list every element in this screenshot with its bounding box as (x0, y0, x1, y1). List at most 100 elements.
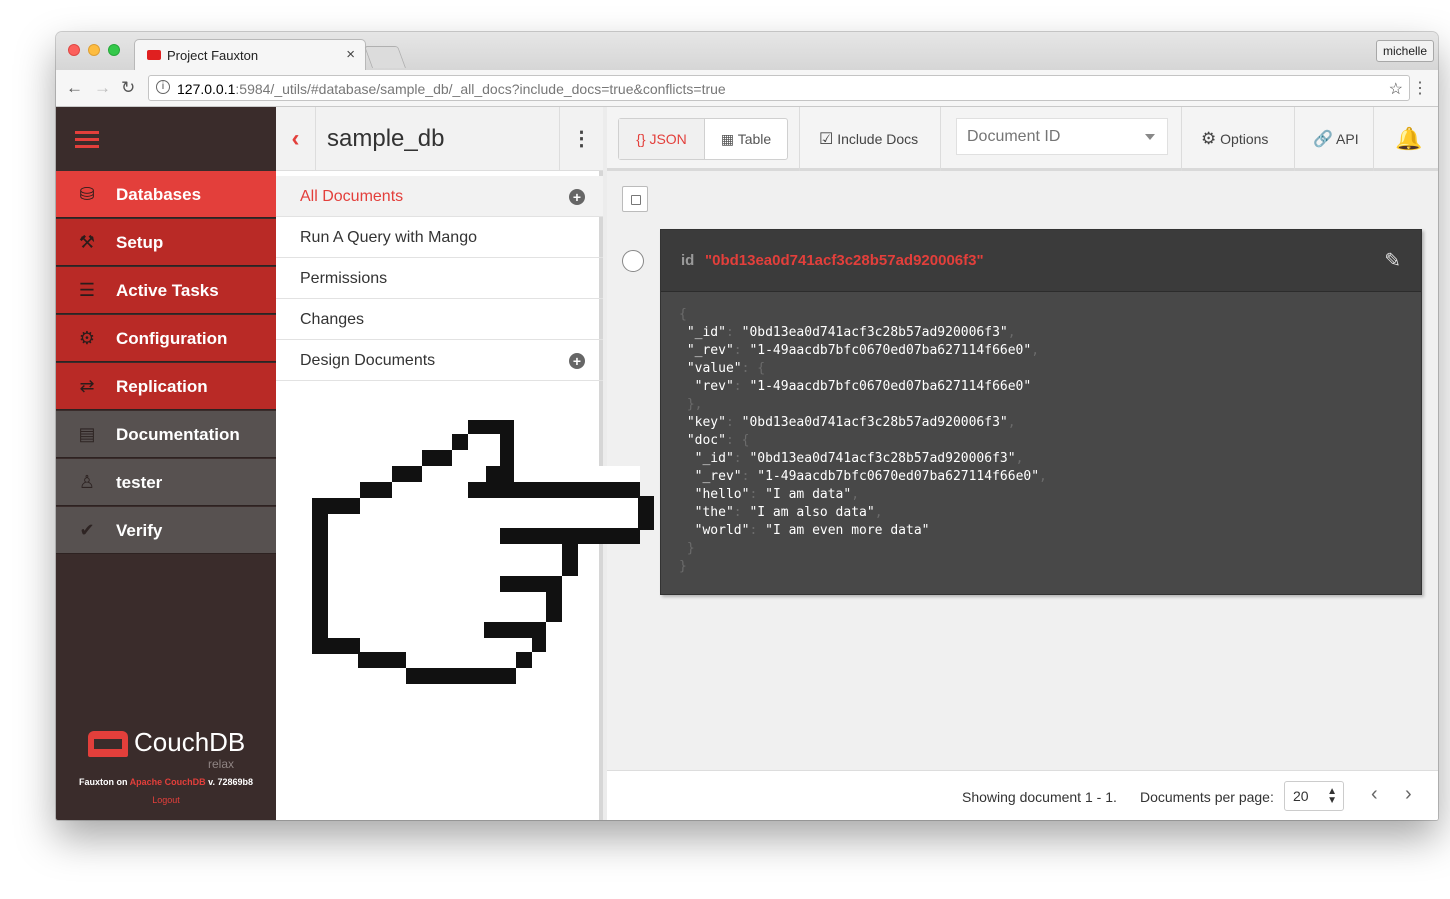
documents-view: {} JSON ▦ Table ☑ Include Docs ⚙ Options (607, 107, 1438, 820)
new-tab-button[interactable] (363, 46, 407, 68)
add-document-icon[interactable]: + (569, 189, 585, 205)
db-menu-changes[interactable]: Changes (276, 299, 603, 340)
couch-icon (88, 731, 128, 757)
sidebar-item-verify[interactable]: ✔ Verify (56, 507, 276, 554)
sidebar-item-setup[interactable]: ⚒ Setup (56, 219, 276, 266)
table-label: Table (737, 131, 772, 147)
previous-page-icon[interactable]: ‹ (1371, 783, 1378, 806)
document-id-input[interactable] (957, 119, 1137, 154)
api-label: API (1336, 131, 1359, 147)
per-page-label: Documents per page: (1140, 789, 1274, 805)
chevron-down-icon[interactable] (1145, 134, 1155, 140)
sidebar-item-label: Documentation (116, 425, 240, 444)
bell-icon[interactable]: 🔔 (1395, 107, 1422, 171)
star-icon[interactable]: ☆ (1389, 79, 1403, 99)
json-line: "_id": "0bd13ea0d741acf3c28b57ad920006f3… (679, 451, 1024, 466)
json-line: "doc": { (679, 433, 750, 448)
logout-link[interactable]: Logout (56, 795, 276, 805)
minimize-window-button[interactable] (88, 44, 100, 56)
browser-tab[interactable]: Project Fauxton × (134, 39, 366, 70)
sidebar-item-label: Configuration (116, 329, 228, 348)
close-window-button[interactable] (68, 44, 80, 56)
per-page-value: 20 (1293, 788, 1309, 804)
next-page-icon[interactable]: › (1405, 783, 1412, 806)
sidebar-item-label: Setup (116, 233, 164, 252)
url-input[interactable]: i 127.0.0.1:5984/_utils/#database/sample… (148, 75, 1410, 101)
db-menu-label: Changes (300, 311, 365, 328)
sidebar-item-replication[interactable]: ⇄ Replication (56, 363, 276, 410)
api-button[interactable]: 🔗 API (1313, 107, 1359, 171)
checkbox-checked-icon: ☑ (819, 131, 834, 148)
pencil-edit-icon[interactable]: ✎ (1384, 248, 1401, 273)
db-menu-permissions[interactable]: Permissions (276, 258, 603, 299)
user-icon: ♙ (78, 472, 96, 492)
footer-prefix: Fauxton on (78, 777, 128, 787)
include-docs-toggle[interactable]: ☑ Include Docs (819, 107, 918, 171)
per-page-select[interactable]: 20 ▲ ▼ (1284, 781, 1344, 811)
db-menu-label: Permissions (300, 270, 388, 287)
apache-couchdb-link[interactable]: Apache CouchDB (130, 777, 206, 787)
hamburger-menu-icon[interactable] (56, 107, 276, 171)
version-footer: Fauxton on Apache CouchDB v. 72869b8 (56, 777, 276, 787)
document-card[interactable]: id "0bd13ea0d741acf3c28b57ad920006f3" ✎ … (660, 229, 1422, 595)
database-options-icon[interactable]: ⋮ (559, 107, 603, 171)
tab-close-icon[interactable]: × (346, 46, 355, 63)
back-chevron-icon[interactable]: ‹ (276, 107, 316, 171)
browser-window: Project Fauxton × michelle ← → ↻ i 127.0… (56, 32, 1438, 820)
sidebar-item-label: Replication (116, 377, 208, 396)
sidebar-item-label: tester (116, 473, 163, 492)
database-header: ‹ sample_db ⋮ (276, 107, 603, 171)
tasks-icon: ☰ (78, 280, 96, 300)
sidebar-item-label: Databases (116, 185, 202, 204)
link-icon: 🔗 (1313, 131, 1333, 148)
options-button[interactable]: ⚙ Options (1201, 107, 1268, 171)
book-icon: ▤ (78, 424, 96, 444)
check-icon: ✔ (79, 520, 95, 540)
select-arrows-icon: ▲ ▼ (1327, 786, 1337, 806)
json-line: "world": "I am even more data" (679, 523, 930, 538)
include-docs-label: Include Docs (837, 131, 919, 147)
info-icon[interactable]: i (156, 80, 170, 94)
logo-text: CouchDB (134, 727, 246, 757)
document-id-field[interactable] (956, 118, 1168, 155)
add-design-doc-icon[interactable]: + (569, 353, 585, 369)
sidebar-item-tester[interactable]: ♙ tester (56, 459, 276, 506)
couchdb-logo: CouchDB relax (88, 727, 248, 777)
sidebar: ⛁ Databases ⚒ Setup ☰ Active Tasks ⚙ Con… (56, 107, 276, 820)
json-line: "the": "I am also data", (679, 505, 883, 520)
database-panel: ‹ sample_db ⋮ All Documents + Run A Quer… (276, 107, 603, 820)
sidebar-item-active-tasks[interactable]: ☰ Active Tasks (56, 267, 276, 314)
options-label: Options (1220, 131, 1269, 147)
forward-arrow-icon[interactable]: → (94, 78, 111, 98)
json-view-button[interactable]: {} JSON (619, 119, 705, 159)
json-line: "_rev": "1-49aacdb7bfc0670ed07ba627114f6… (679, 343, 1040, 358)
json-line: "key": "0bd13ea0d741acf3c28b57ad920006f3… (679, 415, 1016, 430)
gears-icon: ⚙ (1201, 129, 1217, 148)
db-menu-design-documents[interactable]: Design Documents + (276, 340, 603, 381)
sidebar-item-label: Active Tasks (116, 281, 219, 300)
profile-button[interactable]: michelle (1375, 40, 1434, 62)
db-menu-label: Design Documents (300, 352, 436, 369)
sidebar-item-configuration[interactable]: ⚙ Configuration (56, 315, 276, 362)
back-arrow-icon[interactable]: ← (66, 78, 83, 98)
sidebar-item-databases[interactable]: ⛁ Databases (56, 171, 276, 218)
db-menu-label: All Documents (300, 188, 404, 205)
reload-icon[interactable]: ↻ (121, 78, 135, 98)
documents-toolbar: {} JSON ▦ Table ☑ Include Docs ⚙ Options (607, 107, 1438, 171)
footer-version: v. 72869b8 (208, 777, 254, 787)
address-bar: ← → ↻ i 127.0.0.1:5984/_utils/#database/… (56, 70, 1438, 107)
db-menu-all-documents[interactable]: All Documents + (276, 176, 603, 217)
select-document-radio[interactable] (622, 250, 644, 272)
table-view-button[interactable]: ▦ Table (705, 119, 787, 159)
select-all-checkbox[interactable] (622, 186, 648, 212)
replication-icon: ⇄ (79, 376, 95, 396)
menu-icon[interactable]: ⋮ (1412, 78, 1428, 98)
document-header: id "0bd13ea0d741acf3c28b57ad920006f3" ✎ (661, 230, 1421, 292)
gear-icon: ⚙ (78, 328, 96, 348)
json-line: "value": { (679, 361, 766, 376)
couchdb-favicon-icon (147, 50, 161, 60)
sidebar-item-documentation[interactable]: ▤ Documentation (56, 411, 276, 458)
database-icon: ⛁ (79, 184, 95, 204)
db-menu-mango-query[interactable]: Run A Query with Mango (276, 217, 603, 258)
maximize-window-button[interactable] (108, 44, 120, 56)
